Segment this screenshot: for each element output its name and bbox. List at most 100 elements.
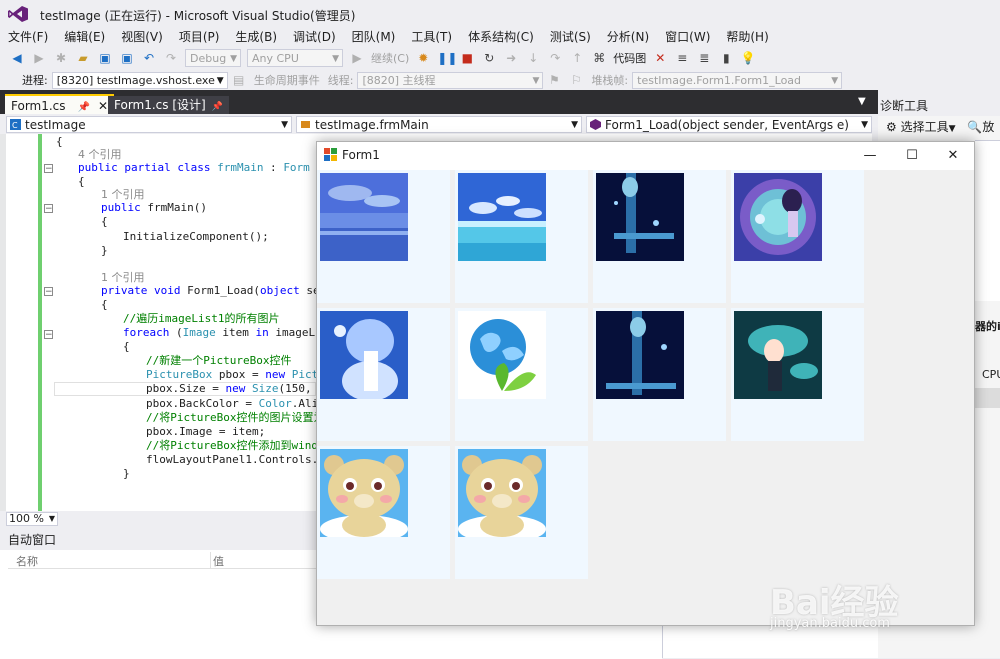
show-next-statement-icon[interactable]: ➜: [503, 50, 519, 66]
preview-pin-icon[interactable]: 📌: [212, 102, 223, 112]
code-token: }: [123, 467, 130, 480]
tab-form1-design[interactable]: Form1.cs [设计] 📌: [108, 96, 229, 114]
column-name-header[interactable]: 名称: [16, 553, 38, 569]
menu-analyze[interactable]: 分析(N): [599, 28, 657, 46]
tab-overflow-icon[interactable]: ▼: [858, 96, 866, 107]
code-token: //将PictureBox控件添加到window: [146, 439, 332, 452]
type-dropdown[interactable]: testImage.frmMain ▼: [296, 116, 582, 133]
column-divider: [210, 552, 211, 568]
code-token: }: [101, 244, 108, 257]
zoom-in-icon[interactable]: 🔍: [967, 120, 982, 134]
lightbulb-icon[interactable]: 💡: [740, 50, 756, 66]
save-all-icon[interactable]: ▣: [119, 50, 135, 66]
stop-icon[interactable]: ■: [459, 50, 475, 66]
minimize-button[interactable]: —: [848, 142, 892, 170]
pin-icon[interactable]: 📌: [78, 102, 90, 113]
break-all-icon[interactable]: ❚❚: [437, 50, 457, 66]
select-tools-button[interactable]: 选择工具: [901, 120, 949, 134]
step-into-icon[interactable]: ↓: [525, 50, 541, 66]
code-token: new: [225, 382, 246, 395]
collapse-icon[interactable]: −: [44, 287, 53, 297]
code-line: {: [101, 215, 108, 229]
code-token: Form: [283, 161, 310, 174]
lifecycle-events-button[interactable]: 生命周期事件: [254, 72, 320, 88]
bookmark-icon[interactable]: ▮: [718, 50, 734, 66]
method-icon: [590, 119, 601, 130]
cpu-label: CPU: [982, 368, 1000, 381]
zoom-select[interactable]: 100 % ▼: [6, 512, 58, 526]
close-tab-icon[interactable]: ✕: [98, 99, 108, 113]
window-title: testImage (正在运行) - Microsoft Visual Stud…: [40, 9, 356, 23]
step-out-icon[interactable]: ↑: [569, 50, 585, 66]
forward-icon[interactable]: ▶: [31, 50, 47, 66]
platform-select[interactable]: Any CPU ▼: [247, 49, 343, 67]
zoom-value: 100 %: [9, 512, 44, 525]
bear-image: [458, 449, 546, 537]
code-line: foreach (Image item in imageList1.: [123, 326, 348, 340]
new-project-icon[interactable]: ✱: [53, 50, 69, 66]
save-icon[interactable]: ▣: [97, 50, 113, 66]
thread-select[interactable]: [8820] 主线程 ▼: [357, 71, 544, 89]
continue-button[interactable]: 继续(C): [371, 50, 409, 66]
code-token: //遍历imageList1的所有图片: [123, 312, 280, 325]
menu-build[interactable]: 生成(B): [227, 28, 285, 46]
code-token: {: [123, 340, 130, 353]
codemap-icon[interactable]: ⌘: [591, 50, 607, 66]
codelens-reference[interactable]: 1 个引用: [101, 188, 145, 202]
gear-icon[interactable]: ⚙: [886, 120, 897, 134]
codelens-reference[interactable]: 1 个引用: [101, 271, 145, 285]
code-line: //将PictureBox控件添加到window: [146, 439, 331, 453]
menu-architecture[interactable]: 体系结构(C): [460, 28, 542, 46]
menu-project[interactable]: 项目(P): [171, 28, 228, 46]
code-line: private void Form1_Load(object sender,: [101, 284, 353, 298]
uncomment-icon[interactable]: ≣: [696, 50, 712, 66]
code-token: {: [101, 215, 108, 228]
flag-filter-icon[interactable]: ⚐: [568, 72, 584, 88]
menu-edit[interactable]: 编辑(E): [56, 28, 113, 46]
menu-tools[interactable]: 工具(T): [403, 28, 460, 46]
collapse-icon[interactable]: −: [44, 204, 53, 214]
menu-debug[interactable]: 调试(D): [285, 28, 344, 46]
code-token: pbox.Size =: [146, 382, 226, 395]
stackframe-select[interactable]: testImage.Form1.Form1_Load ▼: [632, 71, 843, 89]
process-select[interactable]: [8320] testImage.vshost.exe ▼: [51, 71, 228, 89]
project-dropdown[interactable]: CtestImage ▼: [6, 116, 292, 133]
process-label: 进程:: [22, 74, 48, 87]
collapse-icon[interactable]: −: [44, 164, 53, 174]
column-value-header[interactable]: 值: [213, 553, 224, 569]
code-token: foreach: [123, 326, 170, 339]
step-over-icon[interactable]: ↷: [547, 50, 563, 66]
code-token: //新建一个PictureBox控件: [146, 354, 292, 367]
maximize-button[interactable]: ☐: [890, 142, 934, 170]
chevron-down-icon[interactable]: ▼: [949, 124, 956, 134]
sea-sky-image: [458, 173, 546, 261]
breakpoints-icon[interactable]: ✕: [652, 50, 668, 66]
tab-form1-cs[interactable]: Form1.cs 📌 ✕: [5, 94, 115, 116]
menu-view[interactable]: 视图(V): [113, 28, 171, 46]
menu-window[interactable]: 窗口(W): [657, 28, 718, 46]
redo-icon[interactable]: ↷: [163, 50, 179, 66]
codelens-reference[interactable]: 4 个引用: [78, 148, 122, 162]
thread-value: [8820] 主线程: [362, 73, 436, 87]
config-select[interactable]: Debug ▼: [185, 49, 241, 67]
menu-help[interactable]: 帮助(H): [718, 28, 776, 46]
class-icon: [301, 121, 310, 128]
menu-team[interactable]: 团队(M): [344, 28, 404, 46]
comment-icon[interactable]: ≡: [674, 50, 690, 66]
restart-icon[interactable]: ↻: [481, 50, 497, 66]
codemap-button[interactable]: 代码图: [613, 50, 646, 66]
back-icon[interactable]: ◀: [9, 50, 25, 66]
member-dropdown[interactable]: Form1_Load(object sender, EventArgs e) ▼: [586, 116, 872, 133]
fire-icon[interactable]: ✹: [415, 50, 431, 66]
code-token: pbox.BackColor =: [146, 397, 259, 410]
close-button[interactable]: ✕: [931, 142, 975, 170]
menu-test[interactable]: 测试(S): [542, 28, 599, 46]
menu-file[interactable]: 文件(F): [0, 28, 56, 46]
code-token: InitializeComponent();: [123, 230, 269, 243]
diagnostic-row-highlight: [975, 388, 1000, 408]
undo-icon[interactable]: ↶: [141, 50, 157, 66]
collapse-icon[interactable]: −: [44, 330, 53, 340]
continue-icon[interactable]: ▶: [349, 50, 365, 66]
open-folder-icon[interactable]: ▰: [75, 50, 91, 66]
flag-icon[interactable]: ⚑: [546, 72, 562, 88]
